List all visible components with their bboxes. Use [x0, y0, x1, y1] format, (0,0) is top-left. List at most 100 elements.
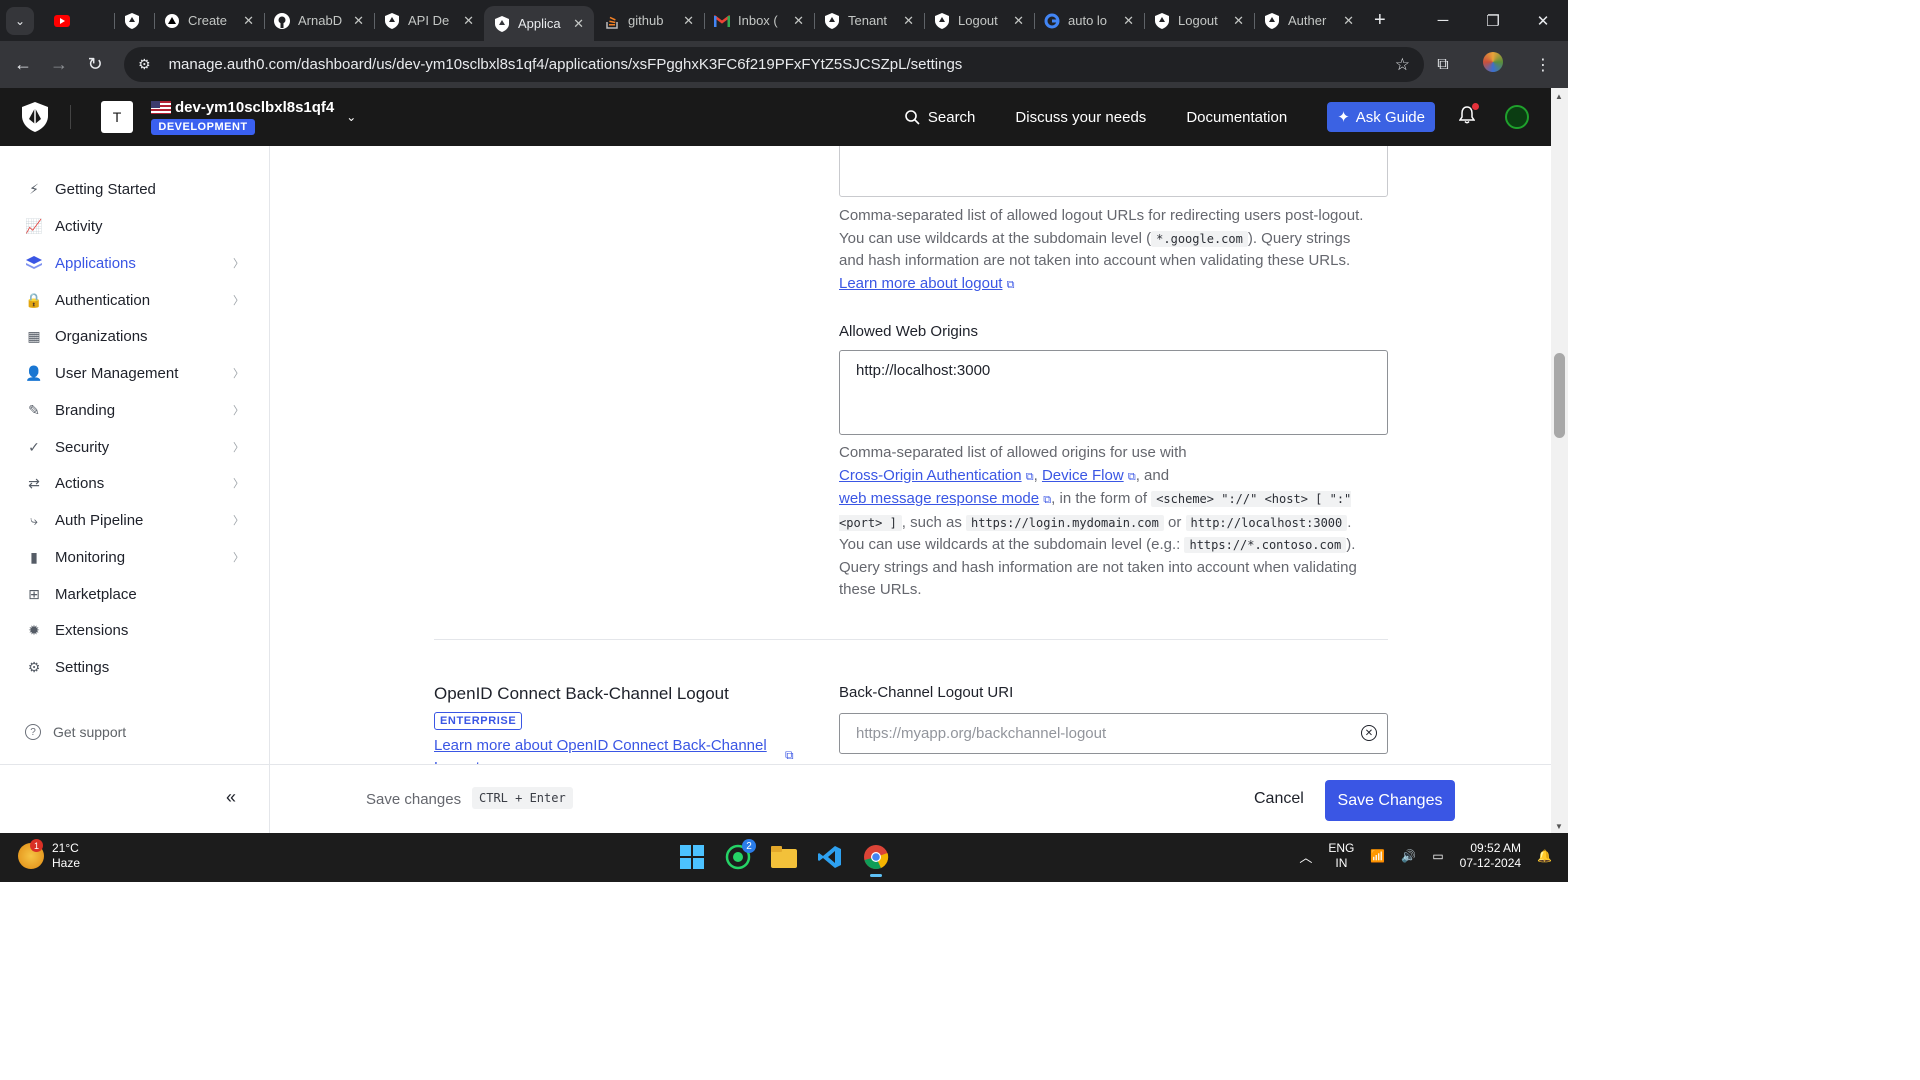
page-scrollbar[interactable]: ▲ ▼ [1551, 88, 1568, 833]
web-message-response-mode-link[interactable]: web message response mode [839, 490, 1039, 507]
weather-widget[interactable]: 1 21°C Haze [18, 839, 80, 871]
close-icon[interactable]: ✕ [1123, 13, 1134, 29]
cross-origin-auth-link[interactable]: Cross-Origin Authentication [839, 467, 1022, 484]
wifi-icon[interactable]: 📶 [1370, 849, 1385, 863]
scroll-down-arrow-icon[interactable]: ▼ [1555, 822, 1563, 831]
discuss-needs-link[interactable]: Discuss your needs [1015, 109, 1146, 126]
close-icon[interactable]: ✕ [353, 13, 364, 29]
sidebar-item-organizations[interactable]: ▦ Organizations [0, 318, 270, 354]
sidebar-item-getting-started[interactable]: ⚡ Getting Started [0, 171, 270, 207]
chevron-down-icon[interactable]: ⌄ [346, 110, 356, 124]
scroll-up-arrow-icon[interactable]: ▲ [1555, 92, 1563, 101]
browser-tab[interactable]: API De ✕ [374, 0, 484, 41]
tenant-avatar[interactable]: T [101, 101, 133, 133]
ask-guide-button[interactable]: ✦ Ask Guide [1327, 102, 1435, 132]
learn-more-logout-link[interactable]: Learn more about logout [839, 275, 1002, 292]
close-icon[interactable]: ✕ [683, 13, 694, 29]
collapse-sidebar-icon[interactable]: « [226, 787, 236, 808]
forward-icon[interactable]: → [41, 54, 77, 75]
close-icon[interactable]: ✕ [463, 13, 474, 29]
sidebar-item-auth-pipeline[interactable]: ⤷ Auth Pipeline 〉 [0, 502, 270, 538]
clear-input-icon[interactable]: ✕ [1361, 725, 1377, 741]
allowed-logout-urls-textarea[interactable] [839, 146, 1388, 197]
browser-menu-icon[interactable]: ⋮ [1518, 55, 1568, 75]
allowed-web-origins-textarea[interactable]: http://localhost:3000 [839, 350, 1388, 435]
battery-icon[interactable]: ▭ [1432, 849, 1443, 863]
chevron-right-icon: 〉 [233, 405, 244, 417]
chevron-up-icon[interactable]: ︿ [1299, 847, 1312, 866]
browser-tab-active[interactable]: Applica ✕ [484, 6, 594, 41]
sidebar-item-extensions[interactable]: ✹ Extensions [0, 612, 270, 648]
browser-tab[interactable]: Auther ✕ [1254, 0, 1364, 41]
volume-icon[interactable]: 🔊 [1401, 849, 1416, 863]
url-text[interactable]: manage.auth0.com/dashboard/us/dev-ym10sc… [169, 56, 963, 73]
save-changes-button[interactable]: Save Changes [1325, 780, 1455, 821]
close-icon[interactable]: ✕ [1013, 13, 1024, 29]
whatsapp-icon[interactable]: 2 [722, 839, 756, 873]
scrollbar-thumb[interactable] [1554, 353, 1565, 438]
file-explorer-icon[interactable] [768, 841, 800, 873]
browser-tab[interactable] [114, 0, 154, 41]
browser-tab[interactable] [44, 0, 114, 41]
browser-tab[interactable]: github ✕ [594, 0, 704, 41]
sidebar-item-marketplace[interactable]: ⊞ Marketplace [0, 576, 270, 612]
lang-code: ENG [1328, 841, 1355, 855]
clock[interactable]: 09:52 AM 07-12-2024 [1460, 841, 1521, 871]
chrome-icon[interactable] [860, 841, 892, 877]
close-icon[interactable]: ✕ [1343, 13, 1354, 29]
close-window-icon[interactable]: ✕ [1518, 0, 1568, 41]
extensions-icon[interactable]: ⧉ [1418, 56, 1468, 74]
device-flow-link[interactable]: Device Flow [1042, 467, 1124, 484]
close-icon[interactable]: ✕ [243, 13, 254, 29]
bolt-icon: ⚡ [29, 180, 39, 197]
backchannel-learn-more-link[interactable]: Learn more about OpenID Connect Back-Cha… [434, 735, 774, 764]
browser-tab[interactable]: Logout ✕ [924, 0, 1034, 41]
sidebar-item-settings[interactable]: ⚙ Settings [0, 649, 270, 685]
address-bar[interactable]: ⚙ manage.auth0.com/dashboard/us/dev-ym10… [124, 47, 1424, 82]
close-icon[interactable]: ✕ [903, 13, 914, 29]
browser-tab[interactable]: auto lo ✕ [1034, 0, 1144, 41]
notification-center-icon[interactable]: 🔔 [1537, 849, 1552, 863]
browser-tab[interactable]: Tenant ✕ [814, 0, 924, 41]
browser-tab[interactable]: Logout ✕ [1144, 0, 1254, 41]
backchannel-uri-input[interactable]: https://myapp.org/backchannel-logout ✕ [839, 713, 1388, 754]
browser-tab[interactable]: Create ✕ [154, 0, 264, 41]
get-support-link[interactable]: ? Get support [25, 724, 126, 740]
close-icon[interactable]: ✕ [793, 13, 804, 29]
tab-title: auto lo [1068, 13, 1108, 28]
close-icon[interactable]: ✕ [573, 16, 584, 32]
profile-avatar[interactable] [1468, 52, 1518, 77]
chevron-right-icon: 〉 [233, 258, 244, 270]
notifications-button[interactable] [1458, 102, 1479, 129]
browser-tab[interactable]: Inbox ( ✕ [704, 0, 814, 41]
documentation-link[interactable]: Documentation [1186, 109, 1287, 126]
sidebar-item-activity[interactable]: 📈 Activity [0, 208, 270, 244]
minimize-icon[interactable]: ─ [1418, 0, 1468, 41]
user-avatar[interactable] [1505, 105, 1529, 129]
sidebar-item-branding[interactable]: ✎ Branding 〉 [0, 392, 270, 428]
sidebar-item-authentication[interactable]: 🔒 Authentication 〉 [0, 282, 270, 318]
tenant-switcher[interactable]: dev-ym10sclbxl8s1qf4 DEVELOPMENT [151, 99, 334, 135]
sidebar-item-actions[interactable]: ⇄ Actions 〉 [0, 465, 270, 501]
tab-search-button[interactable]: ⌄ [6, 6, 34, 35]
windows-start-icon[interactable] [676, 841, 708, 873]
restore-icon[interactable]: ❐ [1468, 0, 1518, 41]
new-tab-button[interactable]: + [1374, 9, 1386, 32]
vscode-icon[interactable] [814, 841, 846, 873]
back-icon[interactable]: ← [5, 54, 41, 75]
auth0-shield-icon [1154, 12, 1170, 29]
close-icon[interactable]: ✕ [1233, 13, 1244, 29]
sidebar-item-monitoring[interactable]: ▮ Monitoring 〉 [0, 539, 270, 575]
search-button[interactable]: Search [905, 109, 975, 126]
sidebar-item-applications[interactable]: Applications 〉 [0, 245, 270, 281]
sidebar-item-security[interactable]: ✓ Security 〉 [0, 429, 270, 465]
site-info-icon[interactable]: ⚙ [138, 56, 151, 73]
auth0-shield-icon [934, 12, 950, 29]
sidebar-item-user-management[interactable]: 👤 User Management 〉 [0, 355, 270, 391]
language-indicator[interactable]: ENG IN [1328, 841, 1354, 871]
bookmark-star-icon[interactable]: ☆ [1395, 55, 1410, 75]
auth0-logo[interactable] [0, 102, 70, 132]
reload-icon[interactable]: ↻ [77, 54, 113, 75]
browser-tab[interactable]: ArnabD ✕ [264, 0, 374, 41]
cancel-button[interactable]: Cancel [1254, 790, 1304, 808]
